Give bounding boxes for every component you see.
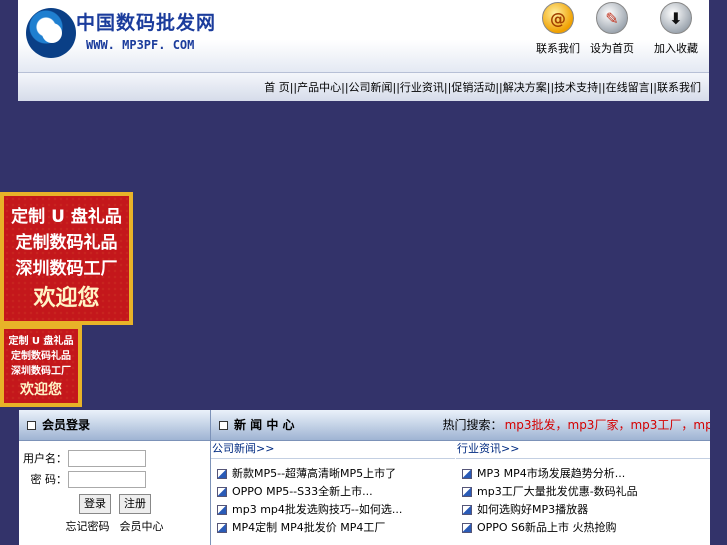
password-label: 密 码：: [30, 473, 68, 486]
set-homepage-label: 设为首页: [590, 42, 634, 55]
scrolling-ticker[interactable]: mp3批发，mp3厂家，mp3工厂，mp3礼品 数码批发 定制礼品 mp: [505, 418, 710, 432]
contact-us-label: 联系我们: [536, 42, 580, 55]
news-panel-title: 新 闻 中 心: [234, 418, 295, 432]
arrow-bullet-icon: [217, 487, 227, 497]
logo-globe-icon[interactable]: [26, 8, 76, 58]
promo-banner-small[interactable]: 定制 U 盘礼品 定制数码礼品 深圳数码工厂 欢迎您: [0, 325, 82, 407]
arrow-bullet-icon: [462, 505, 472, 515]
promo-line: 定制数码礼品: [11, 351, 71, 362]
set-homepage-button[interactable]: ✎ 设为首页: [584, 2, 640, 56]
member-login-panel: 会员登录 用户名： 密 码： 登录 注册 忘记密码 会员中心: [19, 410, 210, 545]
arrow-bullet-icon: [217, 505, 227, 515]
add-favorite-label: 加入收藏: [654, 42, 698, 55]
promo-welcome: 欢迎您: [33, 286, 100, 311]
company-news-column: 公司新闻>> 新款MP5--超薄高清晰MP5上市了 OPPO MP5--S33全…: [211, 440, 455, 537]
login-panel-title: 会员登录: [42, 418, 91, 432]
download-icon: ⬇: [660, 2, 692, 34]
username-row: 用户名：: [19, 450, 146, 468]
arrow-bullet-icon: [462, 523, 472, 533]
username-label: 用户名：: [23, 452, 67, 465]
list-item[interactable]: MP3 MP4市场发展趋势分析...: [456, 465, 710, 483]
login-button[interactable]: 登录: [79, 494, 111, 514]
promo-welcome: 欢迎您: [20, 382, 62, 398]
promo-banner-large[interactable]: 定制 U 盘礼品 定制数码礼品 深圳数码工厂 欢迎您: [0, 192, 133, 325]
square-bullet-icon: [219, 421, 228, 430]
promo-line: 深圳数码工厂: [11, 366, 71, 377]
forgot-password-link[interactable]: 忘记密码: [66, 520, 110, 533]
main-nav: 首 页||产品中心||公司新闻||行业资讯||促销活动||解决方案||技术支持|…: [18, 72, 709, 101]
promo-line: 深圳数码工厂: [15, 259, 118, 279]
member-center-link[interactable]: 会员中心: [120, 520, 164, 533]
arrow-bullet-icon: [217, 523, 227, 533]
site-logo-title[interactable]: 中国数码批发网: [76, 8, 216, 35]
site-header: 中国数码批发网 WWW. MP3PF. COM @ 联系我们 ✎ 设为首页 ⬇ …: [18, 0, 709, 72]
news-panel-header: 新 闻 中 心 热门搜索：mp3批发，mp3厂家，mp3工厂，mp3礼品 数码批发…: [211, 410, 710, 441]
tools-icon: ✎: [596, 2, 628, 34]
contact-us-button[interactable]: @ 联系我们: [530, 2, 586, 56]
square-bullet-icon: [27, 421, 36, 430]
list-item[interactable]: 如何选购好MP3播放器: [456, 501, 710, 519]
hot-search-label: 热门搜索：: [442, 418, 503, 432]
login-links: 忘记密码 会员中心: [19, 518, 210, 534]
username-input[interactable]: [68, 450, 146, 467]
promo-line: 定制 U 盘礼品: [8, 336, 74, 347]
list-item[interactable]: mp3 mp4批发选购技巧--如何选...: [211, 501, 455, 519]
promo-line: 定制数码礼品: [15, 233, 118, 253]
list-item[interactable]: OPPO MP5--S33全新上市...: [211, 483, 455, 501]
mail-icon: @: [542, 2, 574, 34]
industry-news-column: 行业资讯>> MP3 MP4市场发展趋势分析... mp3工厂大量批发优惠-数码…: [456, 440, 710, 537]
password-row: 密 码：: [19, 471, 146, 489]
site-logo-url: WWW. MP3PF. COM: [86, 38, 195, 52]
nav-links[interactable]: 首 页||产品中心||公司新闻||行业资讯||促销活动||解决方案||技术支持|…: [264, 81, 701, 94]
register-button[interactable]: 注册: [119, 494, 151, 514]
password-input[interactable]: [68, 471, 146, 488]
list-item[interactable]: OPPO S6新品上市 火热抢购: [456, 519, 710, 537]
list-item[interactable]: 新款MP5--超薄高清晰MP5上市了: [211, 465, 455, 483]
company-news-title[interactable]: 公司新闻>>: [211, 440, 455, 459]
list-item[interactable]: mp3工厂大量批发优惠-数码礼品: [456, 483, 710, 501]
promo-line: 定制 U 盘礼品: [11, 207, 122, 227]
add-favorite-button[interactable]: ⬇ 加入收藏: [648, 2, 704, 56]
login-panel-header: 会员登录: [19, 410, 210, 441]
arrow-bullet-icon: [462, 469, 472, 479]
news-panel: 新 闻 中 心 热门搜索：mp3批发，mp3厂家，mp3工厂，mp3礼品 数码批发…: [210, 410, 710, 545]
list-item[interactable]: MP4定制 MP4批发价 MP4工厂: [211, 519, 455, 537]
industry-news-title[interactable]: 行业资讯>>: [456, 440, 710, 459]
arrow-bullet-icon: [217, 469, 227, 479]
arrow-bullet-icon: [462, 487, 472, 497]
